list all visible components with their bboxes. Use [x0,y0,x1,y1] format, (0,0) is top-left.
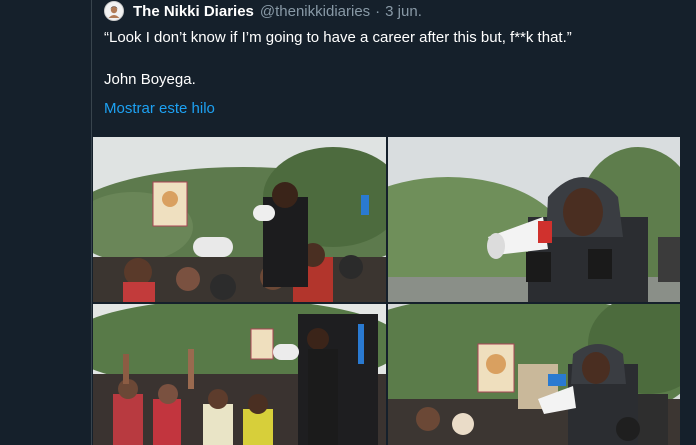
media-photo-2[interactable] [388,137,680,302]
crowd-megaphone-photo-icon [388,304,680,445]
tweet-quote: “Look I don’t know if I’m going to have … [104,29,572,46]
media-photo-3[interactable] [93,304,386,445]
author-avatar[interactable] [104,1,124,21]
tweet-card[interactable]: The Nikki Diaries @thenikkidiaries · 3 j… [91,0,683,445]
header-separator: · [375,2,381,20]
tweet-attribution: John Boyega. [104,71,196,88]
author-display-name[interactable]: The Nikki Diaries [133,3,254,20]
tweet-media-grid [93,137,680,445]
media-photo-1[interactable] [93,137,386,302]
avatar-face-icon [108,6,120,18]
timeline-right-gutter [682,0,696,445]
tweet-date[interactable]: 3 jun. [385,3,422,20]
author-handle[interactable]: @thenikkidiaries [260,3,370,20]
media-photo-4[interactable] [388,304,680,445]
timeline-left-gutter [0,0,91,445]
protest-crowd-photo-icon [93,137,386,302]
raised-fists-crowd-photo-icon [93,304,386,445]
tweet-header: The Nikki Diaries @thenikkidiaries · 3 j… [104,0,422,22]
megaphone-speech-photo-icon [388,137,680,302]
show-thread-link[interactable]: Mostrar este hilo [104,100,215,117]
tweet-body: “Look I don’t know if I’m going to have … [104,28,664,90]
